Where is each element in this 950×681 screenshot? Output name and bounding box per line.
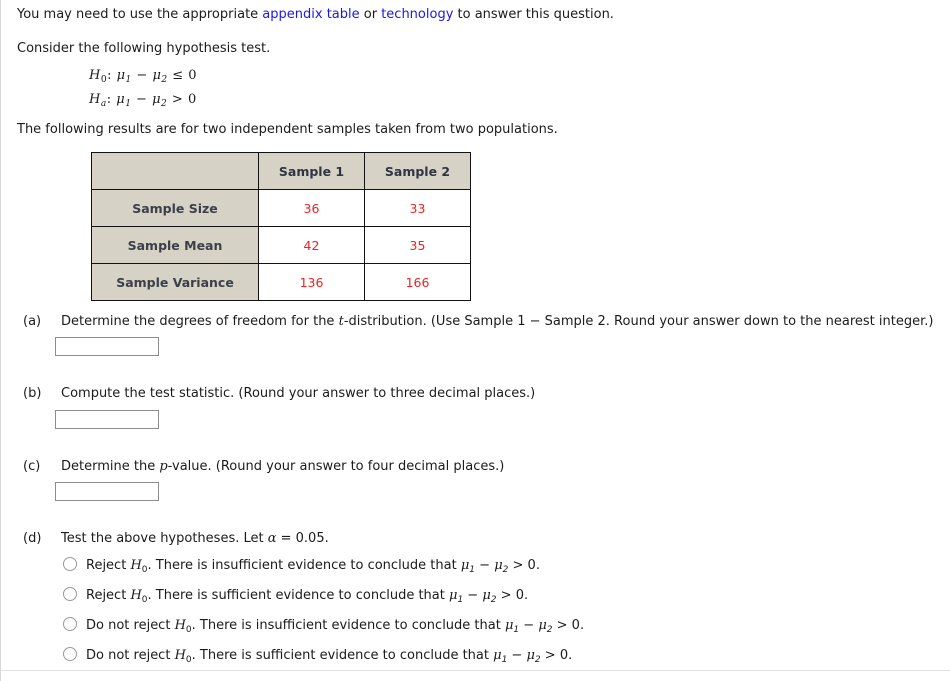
opt0-mu2: μ [494,558,503,573]
part-c-answer-input[interactable] [55,482,159,501]
table-header-row: Sample 1 Sample 2 [91,152,471,190]
cell-sample-variance-1: 136 [258,263,365,301]
part-b-tag: (b) [23,386,42,401]
opt2-minus: − [519,618,539,633]
consider-line: Consider the following hypothesis test. [17,41,271,56]
option-reject-insufficient[interactable]: Reject H0. There is insufficient evidenc… [63,555,540,575]
cell-sample-variance-2: 166 [364,263,471,301]
cell-sample-size-2: 33 [364,189,471,227]
row-header-sample-size: Sample Size [91,189,259,227]
part-c-prompt: Determine the p-value. (Round your answe… [61,459,504,474]
table-row: Sample Size 36 33 [91,189,471,227]
part-b: (b) Compute the test statistic. (Round y… [23,386,535,401]
part-d-tag: (d) [23,531,42,546]
radio-button-icon[interactable] [63,557,77,571]
results-description: The following results are for two indepe… [17,122,558,137]
part-a-text-1: Determine the degrees of freedom for the [61,314,339,329]
option-label: Reject H0. There is sufficient evidence … [86,588,528,605]
table-corner-cell [91,152,259,190]
part-d: (d) Test the above hypotheses. Let α = 0… [23,531,329,546]
opt3-lead: Do not reject [86,648,175,663]
radio-button-icon[interactable] [63,617,77,631]
cell-sample-mean-1: 42 [258,226,365,264]
part-a-text-2: -distribution. (Use Sample 1 − Sample 2.… [343,314,934,329]
appendix-note: You may need to use the appropriate appe… [17,6,614,23]
option-reject-sufficient[interactable]: Reject H0. There is sufficient evidence … [63,585,528,605]
part-c-tag: (c) [23,459,41,474]
part-a-answer-input[interactable] [55,337,159,356]
part-a-prompt: Determine the degrees of freedom for the… [61,314,933,329]
opt0-h: H [130,558,142,573]
part-c-italic-p: p [159,459,168,474]
option-label: Do not reject H0. There is sufficient ev… [86,648,572,665]
radio-button-icon[interactable] [63,587,77,601]
footer-divider [1,670,950,671]
appendix-note-text-after: to answer this question. [453,7,614,22]
part-d-text-2: = 0.05. [276,531,329,546]
option-label: Reject H0. There is insufficient evidenc… [86,558,540,575]
table-row: Sample Mean 42 35 [91,226,471,264]
opt2-tail: > 0. [552,618,585,633]
opt2-mid: . There is insufficient evidence to conc… [191,618,505,633]
row-header-sample-mean: Sample Mean [91,226,259,264]
option-label: Do not reject H0. There is insufficient … [86,618,584,635]
opt1-mid: . There is sufficient evidence to conclu… [147,588,449,603]
cell-sample-mean-2: 35 [364,226,471,264]
option-do-not-reject-insufficient[interactable]: Do not reject H0. There is insufficient … [63,615,584,635]
row-header-sample-variance: Sample Variance [91,263,259,301]
part-b-prompt: Compute the test statistic. (Round your … [61,386,536,401]
part-b-answer-input[interactable] [55,410,159,429]
alpha-symbol: α [267,531,277,546]
technology-link[interactable]: technology [381,7,453,22]
opt0-lead: Reject [86,558,131,573]
opt0-minus: − [475,558,495,573]
opt1-minus: − [463,588,483,603]
opt3-mu1: μ [493,648,502,663]
hypothesis-block: H0: μ1 − μ2 ≤ 0 Ha: μ1 − μ2 > 0 [89,66,197,114]
alternative-hypothesis: Ha: μ1 − μ2 > 0 [89,92,197,109]
part-c-text-2: -value. (Round your answer to four decim… [167,459,505,474]
opt1-mu2: μ [482,588,491,603]
part-c: (c) Determine the p-value. (Round your a… [23,459,504,474]
opt3-minus: − [507,648,527,663]
appendix-note-text-before: You may need to use the appropriate [17,7,263,22]
part-d-prompt: Test the above hypotheses. Let α = 0.05. [61,531,329,546]
appendix-note-conjunction: or [359,7,382,22]
opt1-lead: Reject [86,588,131,603]
part-a: (a) Determine the degrees of freedom for… [23,314,933,329]
opt2-h: H [174,618,186,633]
opt2-lead: Do not reject [86,618,175,633]
opt0-tail: > 0. [508,558,540,573]
opt1-tail: > 0. [496,588,529,603]
null-hypothesis: H0: μ1 − μ2 ≤ 0 [89,68,198,85]
part-c-text-1: Determine the [61,459,160,474]
sample-statistics-table: Sample 1 Sample 2 Sample Size 36 33 Samp… [91,152,471,301]
opt3-mid: . There is sufficient evidence to conclu… [191,648,494,663]
opt3-h: H [174,648,186,663]
opt2-mu2: μ [538,618,547,633]
radio-button-icon[interactable] [63,647,77,661]
question-page: You may need to use the appropriate appe… [0,0,950,681]
column-header-sample-2: Sample 2 [364,152,471,190]
opt0-mid: . There is insufficient evidence to conc… [147,558,461,573]
appendix-table-link[interactable]: appendix table [262,7,359,22]
column-header-sample-1: Sample 1 [258,152,365,190]
opt3-mu2: μ [526,648,535,663]
opt1-h: H [130,588,142,603]
part-d-text-1: Test the above hypotheses. Let [61,531,268,546]
option-do-not-reject-sufficient[interactable]: Do not reject H0. There is sufficient ev… [63,645,572,665]
opt3-tail: > 0. [540,648,573,663]
cell-sample-size-1: 36 [258,189,365,227]
table-row: Sample Variance 136 166 [91,263,471,301]
part-a-tag: (a) [23,314,42,329]
